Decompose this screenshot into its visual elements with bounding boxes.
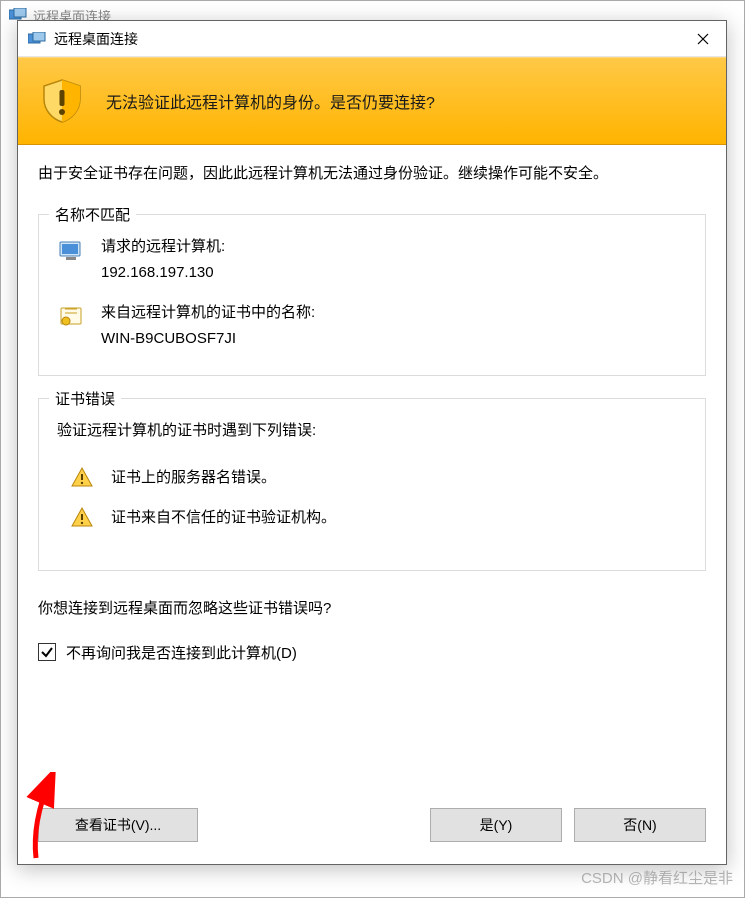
titlebar: 远程桌面连接: [18, 21, 726, 57]
warning-banner: 无法验证此远程计算机的身份。是否仍要连接?: [18, 57, 726, 145]
confirm-question: 你想连接到远程桌面而忽略这些证书错误吗?: [38, 597, 706, 618]
check-icon: [40, 645, 54, 659]
error-text: 证书上的服务器名错误。: [111, 466, 276, 487]
mismatch-title: 名称不匹配: [49, 204, 136, 225]
button-row: 查看证书(V)... 是(Y) 否(N): [18, 808, 726, 864]
dialog-content: 由于安全证书存在问题，因此此远程计算机无法通过身份验证。继续操作可能不安全。 名…: [18, 145, 726, 808]
dialog-title: 远程桌面连接: [54, 29, 680, 49]
error-text: 证书来自不信任的证书验证机构。: [111, 506, 336, 527]
requested-label: 请求的远程计算机:: [101, 235, 225, 259]
error-row: 证书来自不信任的证书验证机构。: [71, 506, 687, 528]
intro-text: 由于安全证书存在问题，因此此远程计算机无法通过身份验证。继续操作可能不安全。: [38, 163, 706, 186]
security-dialog: 远程桌面连接 无法验证此远程计算机的身份。是否仍要连接? 由于安全证书存在问题，…: [17, 20, 727, 865]
requested-value: 192.168.197.130: [101, 261, 225, 285]
dont-ask-row: 不再询问我是否连接到此计算机(D): [38, 642, 706, 663]
view-certificate-button[interactable]: 查看证书(V)...: [38, 808, 198, 842]
dont-ask-label: 不再询问我是否连接到此计算机(D): [66, 642, 297, 663]
banner-message: 无法验证此远程计算机的身份。是否仍要连接?: [106, 89, 435, 113]
shield-icon: [38, 77, 86, 125]
computer-icon: [57, 237, 85, 265]
cert-errors-group: 证书错误 验证远程计算机的证书时遇到下列错误: 证书上的服务器名错误。 证书来自…: [38, 398, 706, 571]
name-mismatch-group: 名称不匹配 请求的远程计算机: 192.168.197.130 来自远程计算机的…: [38, 214, 706, 376]
cert-errors-title: 证书错误: [49, 388, 121, 409]
warning-icon: [71, 506, 93, 528]
warning-icon: [71, 466, 93, 488]
cert-errors-intro: 验证远程计算机的证书时遇到下列错误:: [57, 419, 687, 440]
cert-name-label: 来自远程计算机的证书中的名称:: [101, 301, 315, 325]
close-icon: [697, 33, 709, 45]
error-row: 证书上的服务器名错误。: [71, 466, 687, 488]
close-button[interactable]: [680, 21, 726, 57]
certificate-icon: [57, 303, 85, 331]
rdp-icon: [28, 32, 46, 46]
cert-name-value: WIN-B9CUBOSF7JI: [101, 327, 315, 351]
dont-ask-checkbox[interactable]: [38, 643, 56, 661]
requested-computer-row: 请求的远程计算机: 192.168.197.130: [57, 235, 687, 285]
cert-name-row: 来自远程计算机的证书中的名称: WIN-B9CUBOSF7JI: [57, 301, 687, 351]
no-button[interactable]: 否(N): [574, 808, 706, 842]
yes-button[interactable]: 是(Y): [430, 808, 562, 842]
